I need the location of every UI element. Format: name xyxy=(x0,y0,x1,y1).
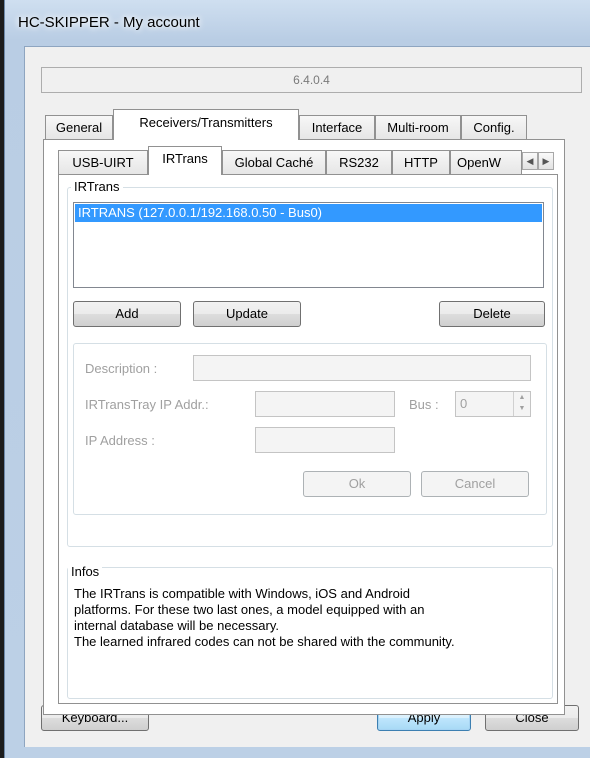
version-display: 6.4.0.4 xyxy=(41,67,582,93)
infos-line: internal database will be necessary. xyxy=(74,618,279,633)
infos-line: The IRTrans is compatible with Windows, … xyxy=(74,586,410,601)
scroll-right-arrow-icon[interactable]: ▶ xyxy=(538,152,554,170)
infos-group: Infos The IRTrans is compatible with Win… xyxy=(67,564,553,699)
account-window: HC-SKIPPER - My account 6.4.0.4 General … xyxy=(0,0,590,758)
update-button[interactable]: Update xyxy=(193,301,301,327)
bus-value: 0 xyxy=(460,396,468,411)
bus-spinner[interactable]: 0 ▲ ▼ xyxy=(455,391,531,417)
ok-button[interactable]: Ok xyxy=(303,471,411,497)
add-button[interactable]: Add xyxy=(73,301,181,327)
tab-rs232[interactable]: RS232 xyxy=(326,150,392,174)
infos-line: The learned infrared codes can not be sh… xyxy=(74,634,455,649)
ip-address-field[interactable] xyxy=(255,427,395,453)
tray-ip-field[interactable] xyxy=(255,391,395,417)
irtrans-panel: IRTrans IRTRANS (127.0.0.1/192.168.0.50 … xyxy=(58,174,558,704)
tab-usb-uirt[interactable]: USB-UIRT xyxy=(58,150,148,174)
bus-label: Bus : xyxy=(409,397,439,412)
delete-button[interactable]: Delete xyxy=(439,301,545,327)
tab-config[interactable]: Config. xyxy=(461,115,527,139)
title-bar[interactable]: HC-SKIPPER - My account xyxy=(4,0,590,46)
client-area: 6.4.0.4 General Receivers/Transmitters I… xyxy=(24,46,590,747)
tab-interface[interactable]: Interface xyxy=(299,115,375,139)
tray-ip-label: IRTransTray IP Addr.: xyxy=(85,397,209,412)
tab-multi-room[interactable]: Multi-room xyxy=(375,115,461,139)
list-item[interactable]: IRTRANS (127.0.0.1/192.168.0.50 - Bus0) xyxy=(75,204,542,222)
spin-icon[interactable]: ▲ ▼ xyxy=(513,392,530,416)
irtrans-device-list[interactable]: IRTRANS (127.0.0.1/192.168.0.50 - Bus0) xyxy=(73,202,544,288)
tab-http[interactable]: HTTP xyxy=(392,150,450,174)
tab-receivers-transmitters[interactable]: Receivers/Transmitters xyxy=(113,109,299,140)
description-label: Description : xyxy=(85,361,158,376)
description-field[interactable] xyxy=(193,355,531,381)
tab-openw[interactable]: OpenW xyxy=(450,150,522,174)
tab-global-cache[interactable]: Global Caché xyxy=(222,150,326,174)
scroll-left-arrow-icon[interactable]: ◀ xyxy=(522,152,538,170)
window-title: HC-SKIPPER - My account xyxy=(18,14,200,31)
infos-text: The IRTrans is compatible with Windows, … xyxy=(74,586,539,650)
infos-line: platforms. For these two last ones, a mo… xyxy=(74,602,425,617)
ip-address-label: IP Address : xyxy=(85,433,155,448)
tab-general[interactable]: General xyxy=(45,115,113,139)
irtrans-group-label: IRTrans xyxy=(71,179,123,194)
cancel-button[interactable]: Cancel xyxy=(421,471,529,497)
infos-group-label: Infos xyxy=(68,564,103,579)
tab-irtrans[interactable]: IRTrans xyxy=(148,146,222,175)
receivers-panel: USB-UIRT IRTrans Global Caché RS232 HTTP… xyxy=(43,139,565,715)
